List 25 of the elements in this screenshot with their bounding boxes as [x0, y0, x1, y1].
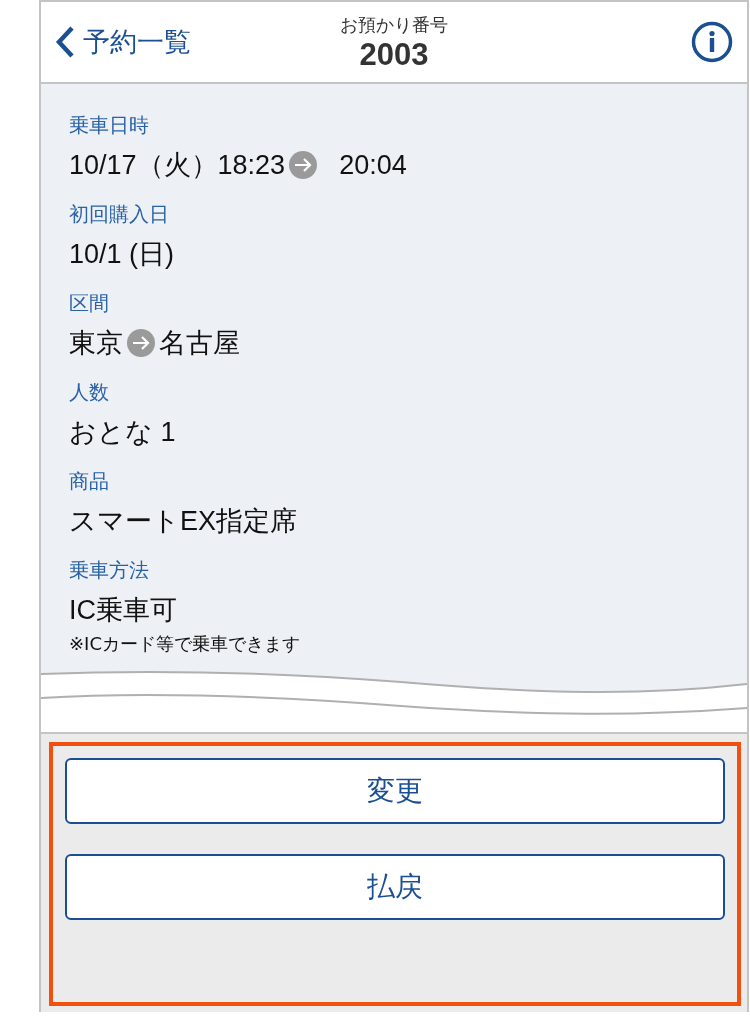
field-value: 10/17（火）18:23: [69, 149, 286, 182]
field-label: 乗車日時: [69, 112, 150, 139]
info-icon: [691, 21, 733, 63]
field-value: スマートEX指定席: [69, 505, 298, 538]
field-value: IC乗車可: [69, 594, 177, 627]
field-value: 東京: [69, 327, 123, 360]
field-note: ※ICカード等で乗車できます: [69, 632, 301, 656]
field-value: 20:04: [339, 149, 407, 181]
arrow-right-icon: [289, 151, 318, 179]
field-label: 商品: [69, 468, 110, 495]
action-button[interactable]: 変更: [65, 758, 725, 824]
field-label: 人数: [69, 379, 110, 406]
info-button[interactable]: [691, 21, 733, 63]
field-value: 10/1 (日): [69, 238, 175, 271]
reservation-number: 2003: [359, 37, 429, 73]
chevron-left-icon: [55, 25, 75, 59]
field-label: 区間: [69, 290, 110, 317]
field-value: 名古屋: [159, 327, 240, 360]
action-button[interactable]: 払戻: [65, 854, 725, 920]
field-label: 初回購入日: [69, 201, 170, 228]
back-link[interactable]: 予約一覧: [55, 24, 191, 60]
header-caption: お預かり番号: [340, 13, 448, 37]
field-label: 乗車方法: [69, 557, 150, 584]
arrow-right-icon: [127, 329, 155, 357]
field-value: おとな 1: [69, 416, 176, 449]
